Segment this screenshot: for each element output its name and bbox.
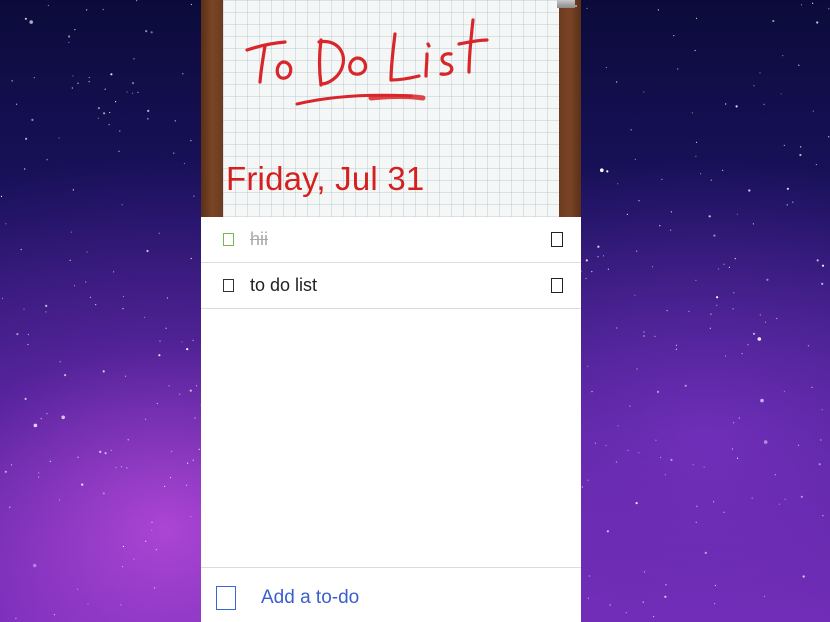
todo-item: hii (201, 217, 581, 263)
todo-list: hii to do list (201, 217, 581, 309)
add-todo-input[interactable] (259, 580, 563, 616)
todo-item-text[interactable]: to do list (250, 275, 317, 296)
add-todo-bar (201, 567, 581, 622)
trash-icon[interactable] (551, 278, 563, 293)
todo-item-text[interactable]: hii (250, 229, 268, 250)
header-image: Friday, Jul 31 (201, 0, 581, 217)
checkbox-icon[interactable] (223, 279, 234, 292)
add-checkbox-icon (216, 586, 236, 610)
date-heading: Friday, Jul 31 (226, 160, 425, 197)
trash-icon[interactable] (551, 232, 563, 247)
to-do-list-handwriting (245, 18, 489, 106)
todo-app-card: Friday, Jul 31 hii to do list (201, 0, 581, 622)
checkbox-icon[interactable] (223, 233, 234, 246)
todo-item: to do list (201, 263, 581, 309)
